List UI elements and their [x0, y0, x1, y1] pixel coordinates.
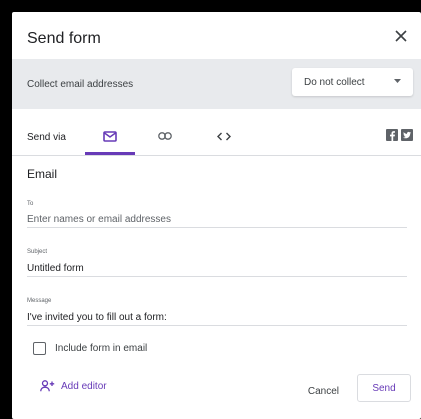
collect-email-row: Collect email addresses Do not collect	[12, 59, 421, 109]
window-frame: Send form Collect email addresses Do not…	[0, 0, 421, 419]
include-form-label: Include form in email	[55, 343, 148, 354]
facebook-icon[interactable]	[386, 129, 398, 141]
chevron-down-icon	[394, 79, 401, 83]
to-field-label: To	[27, 201, 34, 207]
add-editor-button[interactable]: Add editor	[40, 380, 107, 392]
subject-field[interactable]	[27, 260, 407, 277]
dialog-title: Send form	[27, 30, 101, 47]
message-field-label: Message	[27, 298, 52, 304]
tab-embed[interactable]	[199, 117, 249, 155]
email-section-title: Email	[27, 167, 58, 181]
collect-email-label: Collect email addresses	[27, 79, 134, 90]
social-share	[386, 129, 413, 141]
cancel-button[interactable]: Cancel	[300, 380, 347, 402]
close-button[interactable]	[391, 26, 411, 46]
subject-field-label: Subject	[27, 249, 48, 255]
close-icon	[395, 30, 407, 42]
collect-email-select[interactable]: Do not collect	[292, 68, 413, 96]
twitter-icon[interactable]	[401, 129, 413, 141]
send-button[interactable]: Send	[357, 374, 411, 402]
include-form-checkbox-row[interactable]: Include form in email	[33, 342, 147, 355]
tab-link[interactable]	[140, 117, 190, 155]
embed-code-icon	[217, 132, 231, 140]
add-editor-label: Add editor	[61, 380, 107, 392]
to-field[interactable]	[27, 211, 407, 228]
send-form-dialog: Send form Collect email addresses Do not…	[12, 12, 421, 419]
tab-email[interactable]	[85, 117, 135, 155]
send-via-tabs: Send via	[12, 117, 421, 156]
include-form-checkbox[interactable]	[33, 342, 46, 355]
add-person-icon	[40, 380, 55, 392]
mail-icon	[103, 130, 117, 142]
message-field[interactable]	[27, 309, 407, 326]
dialog-footer: Add editor Cancel Send	[12, 374, 421, 410]
send-via-label: Send via	[27, 132, 66, 143]
collect-email-value: Do not collect	[304, 77, 365, 88]
link-icon	[158, 132, 172, 140]
